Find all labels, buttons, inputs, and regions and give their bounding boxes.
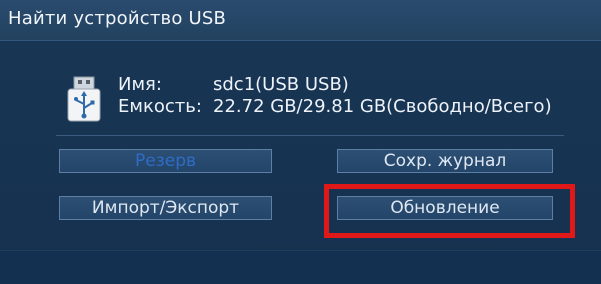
dialog-footer bbox=[0, 250, 601, 284]
save-log-button[interactable]: Сохр. журнал bbox=[337, 149, 553, 173]
usb-device-dialog: Найти устройство USB Имя: sdc1(USB USB) … bbox=[0, 0, 601, 284]
dialog-titlebar: Найти устройство USB bbox=[0, 0, 601, 41]
device-capacity-label: Емкость: bbox=[118, 96, 202, 117]
divider bbox=[56, 135, 564, 136]
device-capacity-value: 22.72 GB/29.81 GB(Свободно/Всего) bbox=[213, 96, 552, 117]
backup-button[interactable]: Резерв bbox=[59, 149, 272, 173]
dialog-title: Найти устройство USB bbox=[8, 8, 227, 29]
import-export-button[interactable]: Импорт/Экспорт bbox=[59, 196, 272, 220]
update-button[interactable]: Обновление bbox=[337, 196, 553, 220]
device-name-value: sdc1(USB USB) bbox=[213, 74, 349, 95]
device-name-label: Имя: bbox=[118, 74, 162, 95]
usb-drive-icon bbox=[62, 75, 110, 125]
